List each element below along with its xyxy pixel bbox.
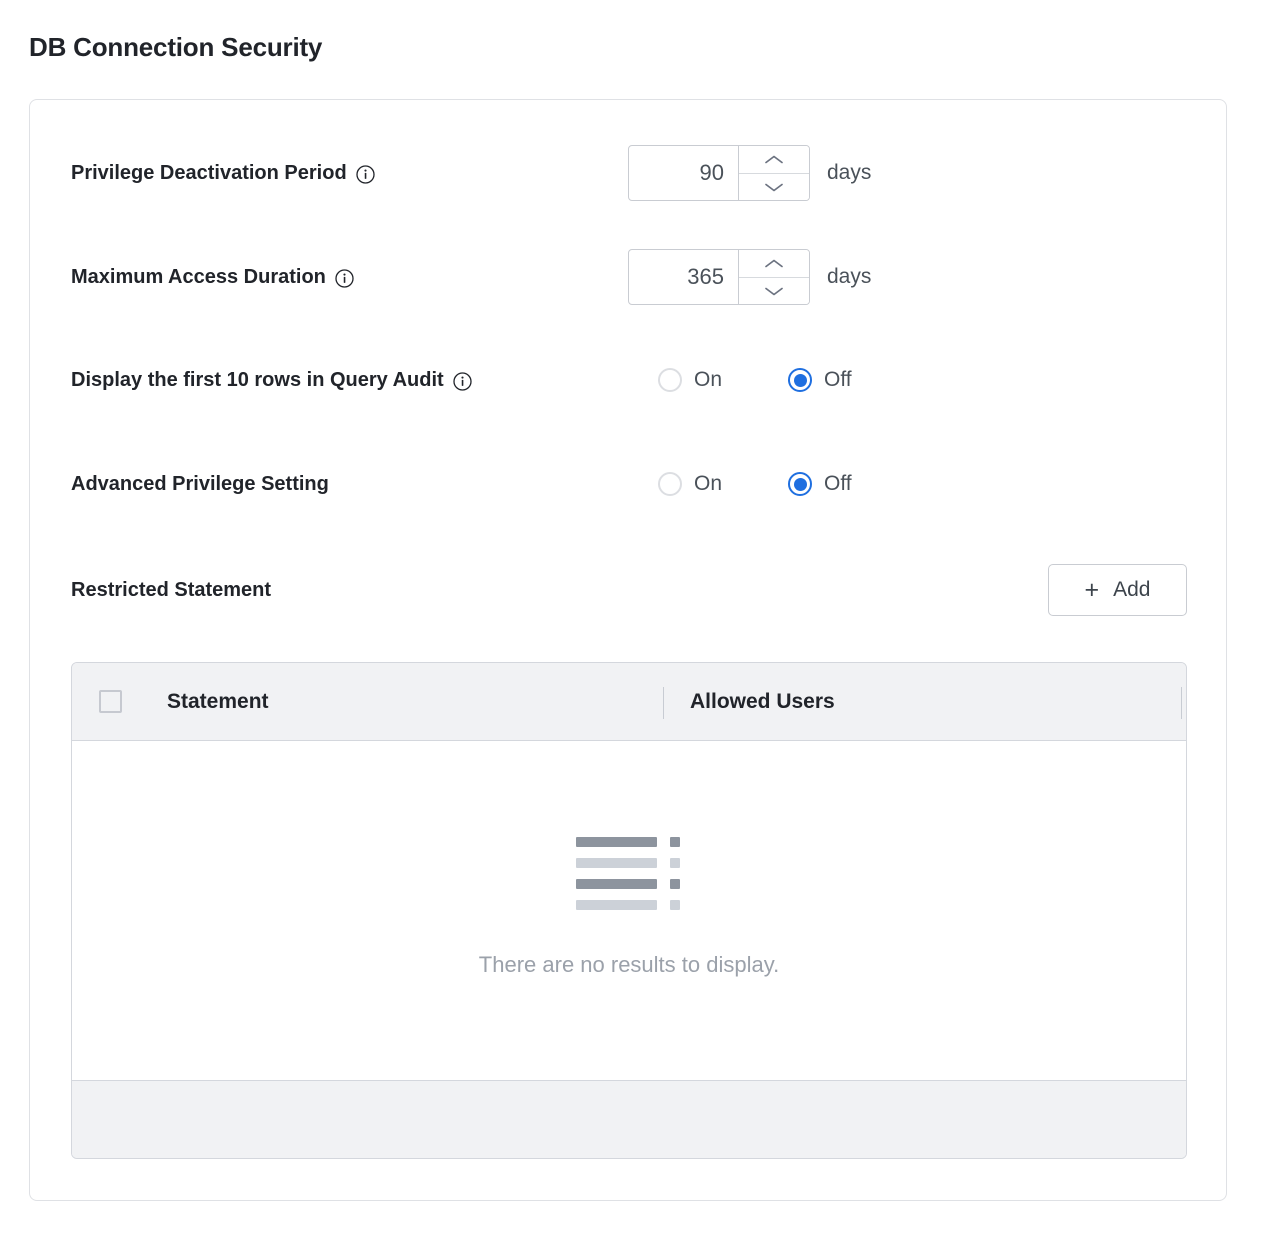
- maximum-access-duration-stepper[interactable]: 365: [628, 249, 810, 305]
- empty-icon-square: [670, 837, 680, 847]
- maximum-access-duration-input[interactable]: 365: [629, 250, 738, 304]
- select-all-checkbox[interactable]: [99, 690, 122, 713]
- radio-option-off[interactable]: Off: [788, 472, 852, 496]
- advanced-privilege-setting-label: Advanced Privilege Setting: [71, 472, 329, 496]
- privilege-deactivation-period-label: Privilege Deactivation Period: [71, 161, 375, 185]
- column-divider[interactable]: [663, 687, 664, 719]
- empty-icon-row: [576, 879, 682, 889]
- privilege-deactivation-period-control: 90 days: [628, 145, 872, 201]
- radio-indicator-selected[interactable]: [788, 368, 812, 392]
- table-header-row: Statement Allowed Users: [72, 663, 1186, 741]
- radio-option-on[interactable]: On: [658, 472, 774, 496]
- empty-icon-bar: [576, 858, 657, 868]
- column-divider[interactable]: [1181, 687, 1182, 719]
- db-connection-security-page: DB Connection Security Privilege Deactiv…: [0, 0, 1270, 1236]
- empty-state-message: There are no results to display.: [478, 952, 780, 977]
- empty-icon-square: [670, 879, 680, 889]
- advanced-privilege-setting-control: On Off: [658, 458, 852, 510]
- empty-icon-square: [670, 858, 680, 868]
- maximum-access-duration-unit: days: [827, 265, 872, 288]
- empty-icon-row: [576, 858, 682, 868]
- maximum-access-duration-control: 365 days: [628, 249, 872, 305]
- plus-icon: +: [1084, 575, 1100, 604]
- empty-list-icon: [576, 837, 682, 910]
- display-first-10-rows-label: Display the first 10 rows in Query Audit: [71, 368, 472, 392]
- privilege-deactivation-period-stepper[interactable]: 90: [628, 145, 810, 201]
- add-button-label: Add: [1113, 578, 1151, 601]
- empty-state: There are no results to display.: [479, 837, 779, 978]
- stepper-decrement-button[interactable]: [739, 277, 809, 304]
- display-first-10-rows-label-text: Display the first 10 rows in Query Audit: [71, 369, 444, 391]
- empty-icon-row: [576, 900, 682, 910]
- privilege-deactivation-period-label-text: Privilege Deactivation Period: [71, 162, 347, 184]
- stepper-buttons: [738, 146, 809, 200]
- radio-indicator-off-state[interactable]: [658, 472, 682, 496]
- add-button[interactable]: + Add: [1048, 564, 1187, 616]
- empty-icon-row: [576, 837, 682, 847]
- empty-icon-square: [670, 900, 680, 910]
- empty-icon-bar: [576, 879, 657, 889]
- setting-row-advanced-privilege-setting: Advanced Privilege Setting: [71, 458, 329, 510]
- maximum-access-duration-label: Maximum Access Duration: [71, 265, 354, 289]
- info-icon[interactable]: [356, 164, 375, 184]
- stepper-increment-button[interactable]: [739, 146, 809, 173]
- info-icon[interactable]: [335, 268, 354, 288]
- radio-indicator-off-state[interactable]: [658, 368, 682, 392]
- table-header-select-all-cell: [72, 690, 167, 713]
- table-header-allowed-users[interactable]: Allowed Users: [664, 663, 1186, 740]
- stepper-increment-button[interactable]: [739, 250, 809, 277]
- info-icon[interactable]: [453, 371, 472, 391]
- table-body: There are no results to display.: [72, 741, 1186, 1080]
- privilege-deactivation-period-input[interactable]: 90: [629, 146, 738, 200]
- radio-option-off[interactable]: Off: [788, 368, 852, 392]
- table-header-statement[interactable]: Statement: [167, 663, 664, 740]
- table-footer: [72, 1080, 1186, 1158]
- restricted-statement-header: Restricted Statement + Add: [71, 562, 1187, 618]
- display-first-10-rows-control: On Off: [658, 354, 852, 406]
- radio-option-on[interactable]: On: [658, 368, 774, 392]
- setting-row-privilege-deactivation-period: Privilege Deactivation Period: [71, 147, 375, 199]
- advanced-privilege-setting-label-text: Advanced Privilege Setting: [71, 473, 329, 495]
- radio-label-off: Off: [824, 368, 852, 391]
- radio-label-on: On: [694, 368, 723, 391]
- maximum-access-duration-label-text: Maximum Access Duration: [71, 266, 326, 288]
- radio-label-off: Off: [824, 472, 852, 495]
- empty-icon-bar: [576, 900, 657, 910]
- stepper-decrement-button[interactable]: [739, 173, 809, 200]
- page-title: DB Connection Security: [29, 32, 323, 62]
- empty-icon-bar: [576, 837, 657, 847]
- restricted-statement-title: Restricted Statement: [71, 579, 272, 601]
- setting-row-display-first-10-rows: Display the first 10 rows in Query Audit: [71, 354, 472, 406]
- stepper-buttons: [738, 250, 809, 304]
- radio-indicator-selected[interactable]: [788, 472, 812, 496]
- settings-card: Privilege Deactivation Period 90 days Ma…: [29, 99, 1227, 1201]
- radio-label-on: On: [694, 472, 723, 495]
- advanced-privilege-setting-radio-group: On Off: [658, 472, 852, 496]
- restricted-statement-table: Statement Allowed Users There are no res…: [71, 662, 1187, 1159]
- display-first-10-rows-radio-group: On Off: [658, 368, 852, 392]
- privilege-deactivation-period-unit: days: [827, 161, 872, 184]
- setting-row-maximum-access-duration: Maximum Access Duration: [71, 251, 354, 303]
